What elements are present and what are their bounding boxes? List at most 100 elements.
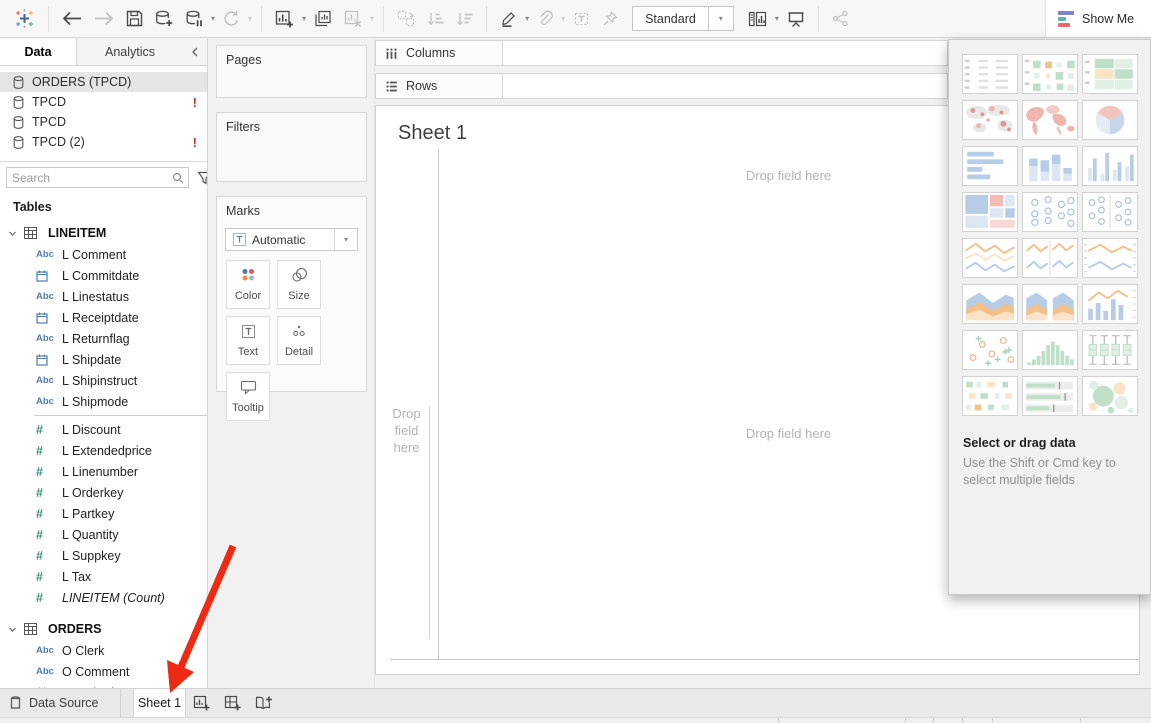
- field-item[interactable]: # L Extendedprice: [0, 440, 207, 461]
- field-item[interactable]: # L Linenumber: [0, 461, 207, 482]
- new-dashboard-tab-button[interactable]: [217, 689, 248, 717]
- field-item[interactable]: # L Discount: [0, 419, 207, 440]
- swap-rows-and-columns-button[interactable]: [391, 5, 421, 33]
- show-me-side-by-side-circles-thumbnail[interactable]: [1082, 192, 1138, 232]
- mark-type-dropdown[interactable]: Automatic ▾: [225, 228, 358, 251]
- field-item[interactable]: Abc L Linestatus: [0, 286, 207, 307]
- field-item[interactable]: # L Suppkey: [0, 545, 207, 566]
- group-members-caret[interactable]: ▾: [559, 14, 567, 23]
- run-auto-updates-caret[interactable]: ▾: [246, 14, 254, 23]
- tab-analytics[interactable]: Analytics: [77, 39, 183, 65]
- clear-sheet-caret[interactable]: ▾: [368, 14, 376, 23]
- marks-detail-button[interactable]: Detail: [277, 316, 321, 365]
- back-button[interactable]: [56, 5, 88, 33]
- show-me-horizontal-bars-thumbnail[interactable]: [962, 146, 1018, 186]
- marks-size-button[interactable]: Size: [277, 260, 321, 309]
- collapse-pane-icon[interactable]: [183, 39, 207, 65]
- chevron-down-icon[interactable]: [0, 625, 24, 634]
- group-members-button[interactable]: [531, 5, 559, 33]
- show-me-symbol-map-thumbnail[interactable]: [962, 100, 1018, 140]
- share-workbook-button[interactable]: [826, 5, 855, 33]
- chevron-down-icon[interactable]: [0, 229, 24, 238]
- field-item[interactable]: Abc O Clerk: [0, 640, 207, 661]
- table-header[interactable]: ORDERS: [0, 618, 207, 640]
- sheet-tab-sheet1[interactable]: Sheet 1: [133, 689, 186, 717]
- show-me-text-table-thumbnail[interactable]: [962, 54, 1018, 94]
- save-button[interactable]: [120, 5, 149, 33]
- drop-zone-rows[interactable]: Drop field here: [384, 406, 430, 639]
- add-data-source-button[interactable]: [149, 5, 179, 33]
- show-me-area-continuous-thumbnail[interactable]: [962, 284, 1018, 324]
- marks-text-button[interactable]: Text: [226, 316, 270, 365]
- pages-card[interactable]: Pages: [216, 45, 367, 98]
- new-worksheet-tab-button[interactable]: [186, 689, 217, 717]
- forward-button[interactable]: [88, 5, 120, 33]
- show-me-histogram-thumbnail[interactable]: [1022, 330, 1078, 370]
- field-item[interactable]: # L Tax: [0, 566, 207, 587]
- show-hide-cards-button[interactable]: [742, 5, 773, 33]
- presentation-mode-button[interactable]: [781, 5, 811, 33]
- clear-sheet-button[interactable]: [338, 5, 368, 33]
- field-item[interactable]: L Commitdate: [0, 265, 207, 286]
- show-me-filled-map-thumbnail[interactable]: [1022, 100, 1078, 140]
- data-source-item[interactable]: TPCD (2) !: [0, 132, 207, 152]
- show-mark-labels-button[interactable]: [567, 5, 596, 33]
- show-me-bullet-graph-thumbnail[interactable]: [1022, 376, 1078, 416]
- rows-shelf[interactable]: Rows: [375, 73, 948, 99]
- pause-auto-updates-caret[interactable]: ▾: [209, 14, 217, 23]
- field-item[interactable]: # L Quantity: [0, 524, 207, 545]
- new-worksheet-button[interactable]: [269, 5, 300, 33]
- sort-ascending-button[interactable]: [421, 5, 450, 33]
- mark-type-caret[interactable]: ▾: [334, 229, 357, 250]
- show-me-pie-chart-thumbnail[interactable]: [1082, 100, 1138, 140]
- show-me-lines-discrete-thumbnail[interactable]: [1022, 238, 1078, 278]
- run-auto-updates-button[interactable]: [217, 5, 246, 33]
- show-hide-cards-caret[interactable]: ▾: [773, 14, 781, 23]
- show-me-dual-combination-thumbnail[interactable]: [1082, 284, 1138, 324]
- new-story-tab-button[interactable]: [248, 689, 279, 717]
- sort-descending-button[interactable]: [450, 5, 479, 33]
- highlight-button[interactable]: [494, 5, 523, 33]
- duplicate-sheet-button[interactable]: [308, 5, 338, 33]
- show-me-area-discrete-thumbnail[interactable]: [1022, 284, 1078, 324]
- field-item[interactable]: # LINEITEM (Count): [0, 587, 207, 608]
- search-input[interactable]: [7, 171, 172, 185]
- show-me-dual-lines-thumbnail[interactable]: [1082, 238, 1138, 278]
- tableau-logo-icon[interactable]: [8, 5, 41, 33]
- field-item[interactable]: Abc L Returnflag: [0, 328, 207, 349]
- data-source-tab[interactable]: Data Source: [0, 689, 121, 717]
- show-me-side-by-side-bars-thumbnail[interactable]: [1082, 146, 1138, 186]
- show-me-lines-continuous-thumbnail[interactable]: [962, 238, 1018, 278]
- table-header[interactable]: LINEITEM: [0, 222, 207, 244]
- field-item[interactable]: L Receiptdate: [0, 307, 207, 328]
- field-item[interactable]: # L Orderkey: [0, 482, 207, 503]
- show-me-box-and-whisker-thumbnail[interactable]: [1082, 330, 1138, 370]
- show-me-stacked-bars-thumbnail[interactable]: [1022, 146, 1078, 186]
- columns-shelf[interactable]: Columns: [375, 40, 948, 66]
- show-me-packed-bubbles-thumbnail[interactable]: [1082, 376, 1138, 416]
- field-item[interactable]: Abc L Shipinstruct: [0, 370, 207, 391]
- highlight-caret[interactable]: ▾: [523, 14, 531, 23]
- show-me-scatter-plot-thumbnail[interactable]: [962, 330, 1018, 370]
- show-me-circle-views-thumbnail[interactable]: [1022, 192, 1078, 232]
- filter-icon[interactable]: [194, 171, 208, 185]
- new-worksheet-caret[interactable]: ▾: [300, 14, 308, 23]
- show-me-highlight-table-thumbnail[interactable]: [1082, 54, 1138, 94]
- show-me-heat-map-thumbnail[interactable]: [1022, 54, 1078, 94]
- pause-auto-updates-button[interactable]: [179, 5, 209, 33]
- marks-color-button[interactable]: Color: [226, 260, 270, 309]
- field-item[interactable]: # L Partkey: [0, 503, 207, 524]
- show-me-button[interactable]: Show Me: [1045, 0, 1151, 38]
- marks-tooltip-button[interactable]: Tooltip: [226, 372, 270, 421]
- field-item[interactable]: Abc O Comment: [0, 661, 207, 682]
- field-item[interactable]: L Shipdate: [0, 349, 207, 370]
- fit-selector[interactable]: Standard ▾: [632, 6, 734, 31]
- fix-axes-button[interactable]: [596, 5, 624, 33]
- field-item[interactable]: Abc L Comment: [0, 244, 207, 265]
- field-item[interactable]: Abc L Shipmode: [0, 391, 207, 412]
- fit-selector-caret[interactable]: ▾: [708, 7, 733, 30]
- show-me-gantt-thumbnail[interactable]: [962, 376, 1018, 416]
- data-source-item[interactable]: TPCD: [0, 112, 207, 132]
- data-source-item[interactable]: ORDERS (TPCD): [0, 72, 207, 92]
- filters-card[interactable]: Filters: [216, 112, 367, 182]
